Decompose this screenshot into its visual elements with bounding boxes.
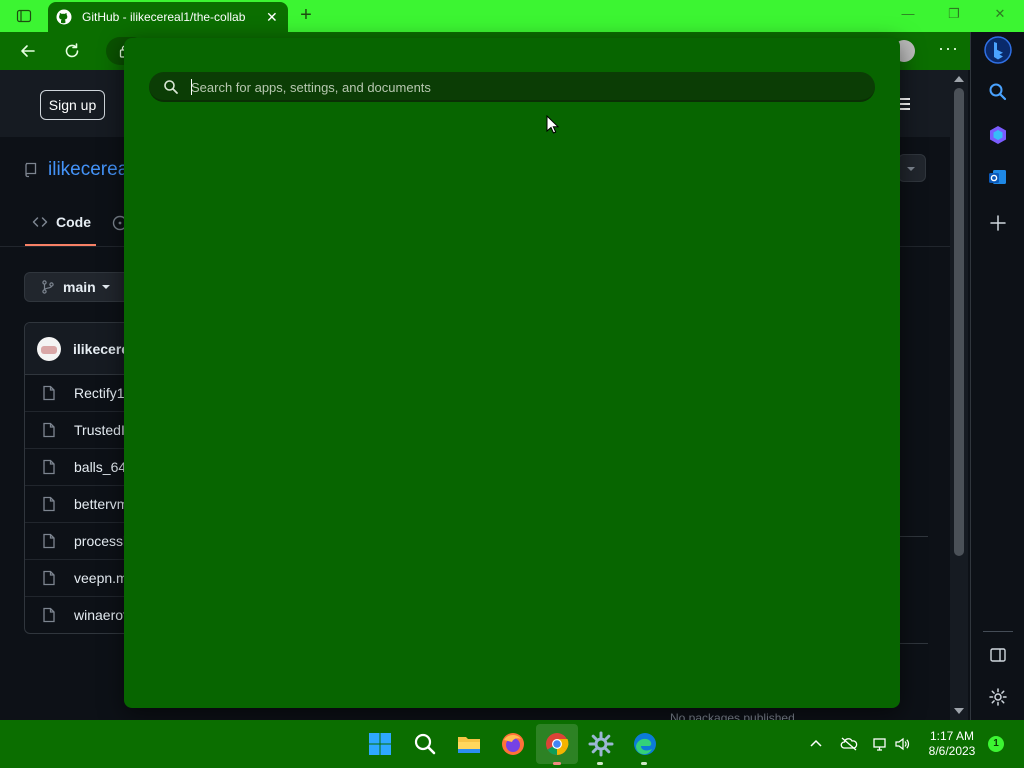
browser-titlebar: GitHub - ilikecereal1/the-collab ✕ + — ❐… [0,0,1024,32]
new-tab-button[interactable]: + [296,5,316,26]
search-icon[interactable] [987,81,1009,103]
tab-actions-icon[interactable] [16,8,32,24]
windows-taskbar: 1:17 AM 8/6/2023 1 [0,720,1024,768]
file-icon [43,533,55,549]
onedrive-icon[interactable] [840,736,858,752]
repo-icon [25,162,37,178]
dropdown-button[interactable] [898,154,926,182]
running-indicator [553,762,561,765]
start-search-input[interactable] [191,72,851,102]
running-indicator [597,762,603,765]
tab-close-icon[interactable]: ✕ [266,9,278,26]
chevron-down-icon [101,285,110,289]
minimize-icon[interactable]: — [898,6,918,21]
edge-icon[interactable] [631,730,659,758]
start-search-flyout [124,38,900,708]
gear-icon[interactable] [987,686,1009,708]
scroll-down-icon[interactable] [954,708,964,714]
start-icon[interactable] [366,730,394,758]
system-clock[interactable]: 1:17 AM 8/6/2023 [916,729,988,759]
notification-badge[interactable]: 1 [988,736,1004,752]
network-icon[interactable] [872,736,888,752]
search-icon[interactable] [411,730,439,758]
tab-title: GitHub - ilikecereal1/the-collab [82,10,246,24]
file-name-link[interactable]: bettervm [74,496,128,512]
branch-name: main [63,279,96,295]
running-indicator [641,762,647,765]
copilot-icon[interactable] [987,124,1009,146]
scrollbar-thumb[interactable] [954,88,964,556]
divider [900,643,928,644]
browser-tab-github[interactable]: GitHub - ilikecereal1/the-collab ✕ [48,2,288,32]
clock-time: 1:17 AM [929,729,975,743]
clock-date: 8/6/2023 [928,744,976,758]
start-search-box[interactable] [149,72,875,102]
back-icon[interactable] [18,41,38,61]
maximize-icon[interactable]: ❐ [944,6,964,22]
settings-icon[interactable] [587,730,615,758]
code-icon [32,217,48,227]
file-icon [43,422,55,438]
text-caret [191,79,192,95]
avatar[interactable] [37,336,61,361]
search-icon [164,80,178,94]
outlook-icon[interactable] [987,166,1009,188]
file-icon [43,570,55,586]
divider [900,536,928,537]
file-name-link[interactable]: Rectify11 [74,385,131,401]
sidebar-divider [983,631,1013,632]
branch-icon [42,280,54,294]
file-icon [43,607,55,623]
scroll-up-icon[interactable] [954,76,964,82]
add-icon[interactable] [987,212,1009,234]
file-icon [43,496,55,512]
github-favicon-icon [56,9,72,25]
browser-sidebar [970,32,1024,720]
firefox-icon[interactable] [499,730,527,758]
volume-icon[interactable] [894,736,910,752]
file-explorer-icon[interactable] [455,730,483,758]
tab-code[interactable]: Code [32,214,91,230]
sign-up-button[interactable]: Sign up [40,90,105,120]
chrome-icon[interactable] [543,730,571,758]
menu-icon[interactable] [900,98,910,113]
bing-chat-icon[interactable] [984,36,1012,64]
tab-code-label: Code [56,214,91,230]
file-icon [43,459,55,475]
mouse-pointer-icon [546,115,560,134]
refresh-icon[interactable] [62,41,82,61]
page-scrollbar[interactable] [950,70,968,720]
sidebar-toggle-icon[interactable] [987,644,1009,666]
more-options-icon[interactable]: ··· [938,38,959,59]
chevron-up-icon[interactable] [808,736,824,752]
file-icon [43,385,55,401]
close-window-icon[interactable]: ✕ [990,6,1010,22]
